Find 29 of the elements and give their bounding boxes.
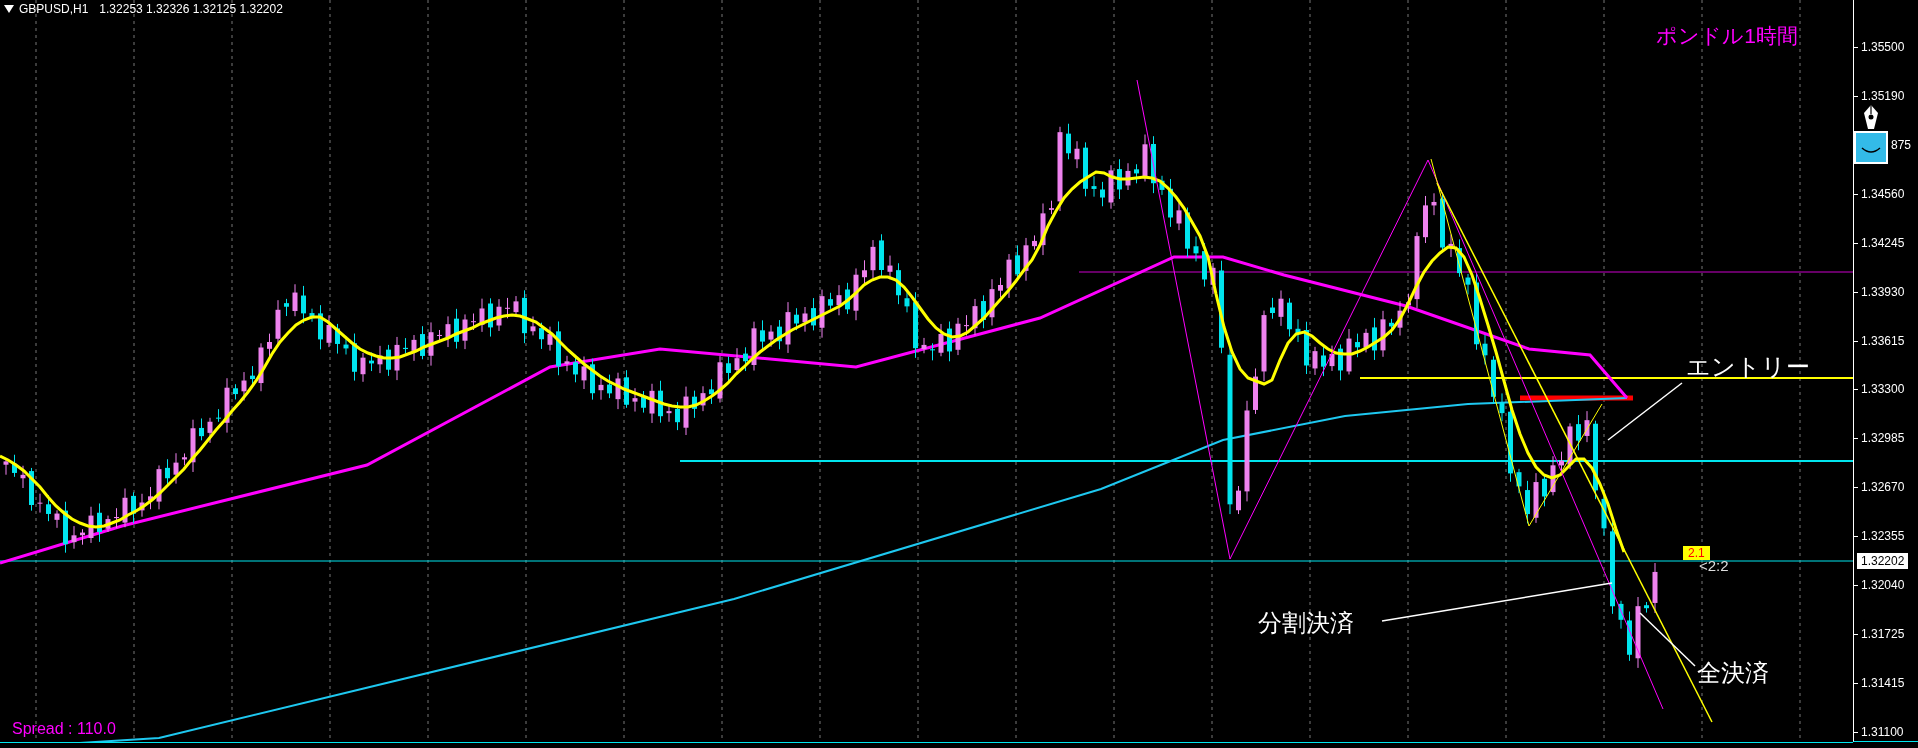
- price-label: 1.33930: [1861, 284, 1905, 299]
- entry-label: エントリー: [1686, 352, 1810, 382]
- leader-line: [1639, 612, 1696, 667]
- spread-label: Spread : 110.0: [12, 720, 116, 738]
- price-label: 1.34560: [1861, 186, 1905, 201]
- price-label: 1.31725: [1861, 627, 1905, 642]
- price-label: 1.31415: [1861, 676, 1905, 690]
- ohlc-values: 1.32253 1.32326 1.32125 1.32202: [99, 2, 283, 16]
- price-label: 1.31100: [1861, 724, 1904, 739]
- current-price-label: 1.32202: [1857, 553, 1909, 569]
- price-label: 1.32040: [1861, 578, 1905, 593]
- price-label: 1.35500: [1861, 40, 1905, 54]
- partial-close-label: 分割決済: [1258, 608, 1354, 638]
- price-label: 1.33300: [1861, 382, 1905, 397]
- chart-symbol: GBPUSD,H1: [19, 2, 89, 16]
- dropdown-triangle-icon[interactable]: [4, 5, 14, 13]
- price-label: 1.35190: [1861, 88, 1905, 103]
- full-close-label: 全決済: [1697, 658, 1769, 688]
- price-label: 1.32985: [1861, 431, 1905, 446]
- pen-nib-icon: [1863, 104, 1879, 130]
- price-label: 1.32355: [1861, 529, 1905, 544]
- smile-icon: [1854, 131, 1888, 164]
- price-label: 1.32670: [1861, 480, 1905, 495]
- price-label: 875: [1890, 137, 1912, 152]
- ratio-badge: 2.1: [1683, 546, 1710, 560]
- price-label: 1.33615: [1861, 333, 1905, 348]
- ratio-label: <2:2: [1699, 557, 1729, 574]
- price-label: 1.34245: [1861, 235, 1905, 250]
- chart-title: ポンドル1時間: [1656, 23, 1798, 49]
